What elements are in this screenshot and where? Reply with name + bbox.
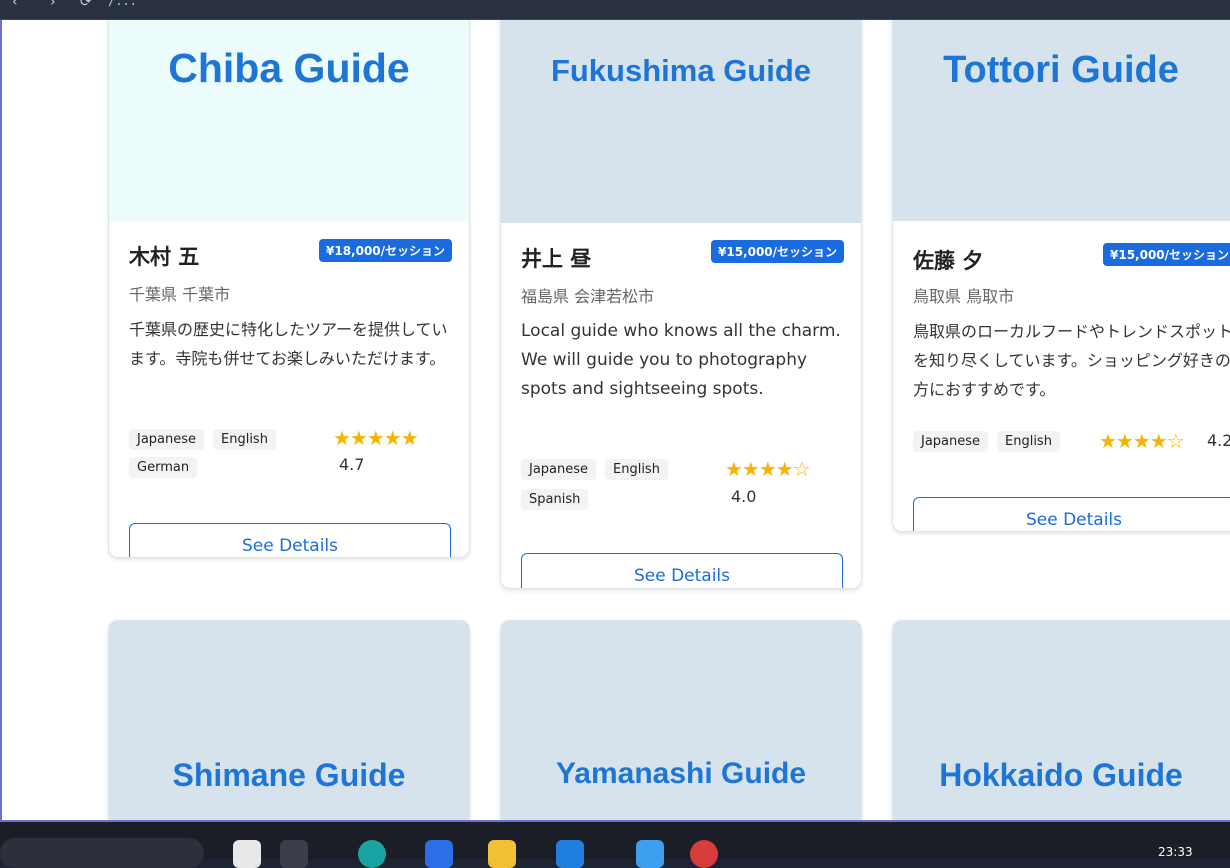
card-hero-title: Shimane Guide — [172, 757, 406, 793]
see-details-button[interactable]: See Details — [521, 553, 843, 588]
guide-location: 福島県 会津若松市 — [521, 287, 655, 306]
price-badge: ¥15,000/セッション — [1103, 243, 1230, 266]
rating-value: 4.0 — [731, 487, 757, 506]
card-hero-image: Tottori Guide — [893, 20, 1230, 221]
chrome-icon[interactable] — [280, 840, 308, 868]
price-badge: ¥15,000/セッション — [711, 240, 845, 263]
language-tag: Japanese — [521, 459, 597, 480]
edge-icon[interactable] — [358, 840, 386, 868]
taskbar-search[interactable] — [0, 838, 204, 868]
app-icon[interactable] — [425, 840, 453, 868]
app-icon[interactable] — [233, 840, 261, 868]
guide-card: Yamanashi Guide — [500, 620, 862, 820]
app-icon[interactable] — [636, 840, 664, 868]
guide-card: Hokkaido Guide — [892, 620, 1230, 820]
card-hero-title: Fukushima Guide — [550, 53, 812, 88]
card-hero-image: Chiba Guide — [109, 20, 469, 221]
rating-value: 4.2 — [1207, 431, 1230, 450]
back-icon[interactable]: ‹ — [12, 0, 18, 10]
guide-location: 千葉県 千葉市 — [129, 285, 231, 304]
guide-description: 千葉県の歴史に特化したツアーを提供しています。寺院も併せてお楽しみいただけます。 — [129, 320, 448, 368]
browser-toolbar: ‹ › ⟳ /... — [0, 0, 1230, 20]
card-hero-title: Chiba Guide — [168, 45, 410, 91]
language-tag: Japanese — [913, 431, 989, 452]
rating-stars-icon: ★★★★☆ — [1099, 429, 1185, 453]
see-details-button[interactable]: See Details — [129, 523, 451, 557]
language-tag: German — [129, 457, 198, 478]
os-taskbar: 23:33 — [0, 822, 1230, 868]
see-details-button[interactable]: See Details — [913, 497, 1230, 531]
guide-name: 佐藤 夕 — [913, 249, 984, 273]
card-hero-image: Shimane Guide — [109, 621, 469, 820]
language-tag: English — [213, 429, 276, 450]
guide-card: Shimane Guide — [108, 620, 470, 820]
card-hero-image: Fukushima Guide — [501, 20, 861, 223]
rating-stars-icon: ★★★★★ — [333, 426, 419, 450]
reload-icon[interactable]: ⟳ — [80, 0, 92, 10]
app-icon[interactable] — [690, 840, 718, 868]
price-badge: ¥18,000/セッション — [319, 239, 453, 262]
address-bar[interactable]: /... — [108, 0, 137, 8]
guide-name: 木村 五 — [129, 245, 200, 269]
guide-card: Chiba Guide 木村 五 ¥18,000/セッション 千葉県 千葉市 千… — [108, 20, 470, 558]
folder-icon[interactable] — [488, 840, 516, 868]
guide-description: Local guide who knows all the charm. We … — [521, 321, 841, 399]
guide-description: 鳥取県のローカルフードやトレンドスポットを知り尽くしています。ショッピング好きの… — [913, 322, 1230, 399]
guide-name: 井上 昼 — [521, 247, 592, 271]
guide-card: Tottori Guide 佐藤 夕 ¥15,000/セッション 鳥取県 鳥取市… — [892, 20, 1230, 532]
language-tag: English — [605, 459, 668, 480]
card-hero-title: Tottori Guide — [943, 49, 1179, 91]
rating-stars-icon: ★★★★☆ — [725, 457, 811, 481]
card-hero-image: Yamanashi Guide — [501, 621, 861, 820]
language-tag: Japanese — [129, 429, 205, 450]
card-hero-title: Yamanashi Guide — [555, 757, 807, 790]
guide-card: Fukushima Guide 井上 昼 ¥15,000/セッション 福島県 会… — [500, 20, 862, 589]
forward-icon[interactable]: › — [50, 0, 56, 10]
rating-value: 4.7 — [339, 455, 365, 474]
guide-location: 鳥取県 鳥取市 — [913, 287, 1015, 306]
page-viewport: Chiba Guide 木村 五 ¥18,000/セッション 千葉県 千葉市 千… — [0, 20, 1230, 822]
taskbar-clock[interactable]: 23:33 — [1158, 845, 1193, 859]
card-hero-image: Hokkaido Guide — [893, 621, 1230, 820]
language-tag: English — [997, 431, 1060, 452]
app-icon[interactable] — [556, 840, 584, 868]
language-tag: Spanish — [521, 489, 589, 510]
card-hero-title: Hokkaido Guide — [939, 757, 1183, 793]
